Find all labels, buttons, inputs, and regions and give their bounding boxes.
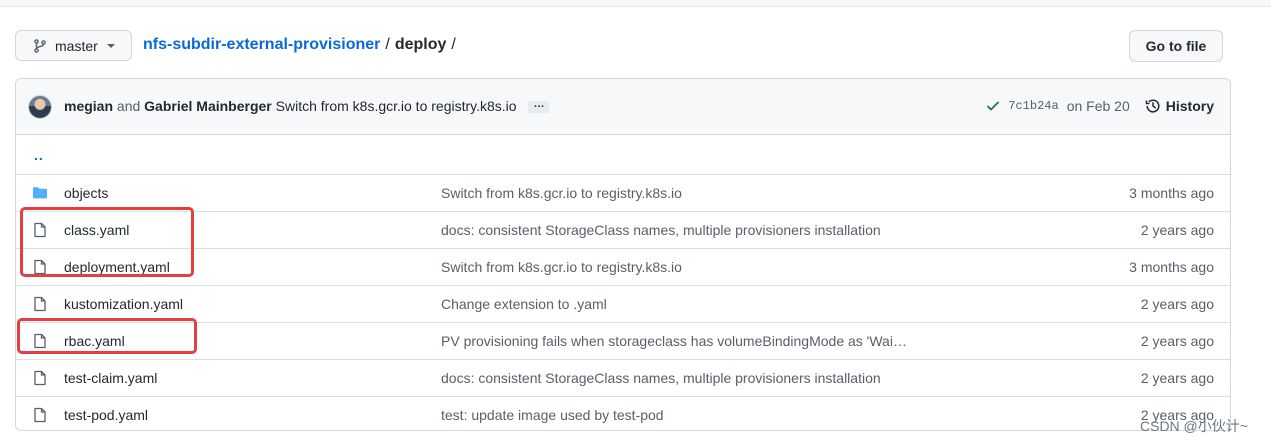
git-branch-icon [32,38,48,54]
parent-directory-link[interactable]: .. [34,147,44,163]
breadcrumb-current-dir: deploy [394,36,447,53]
table-row: test-claim.yaml docs: consistent Storage… [16,359,1230,396]
file-commit-message-link[interactable]: Change extension to .yaml [441,296,607,312]
watermark: CSDN @小伙计~ [1140,418,1248,434]
highlight-box-class-deployment [20,207,194,277]
file-commit-age: 3 months ago [1129,185,1214,201]
highlight-box-rbac [17,318,197,354]
file-commit-age: 2 years ago [1140,333,1214,349]
file-browser: megian and Gabriel Mainberger Switch fro… [15,78,1231,431]
file-name-link[interactable]: test-pod.yaml [64,407,148,423]
avatar[interactable] [28,95,52,119]
commit-sha-link[interactable]: 7c1b24a [1008,99,1058,113]
table-row: test-pod.yaml test: update image used by… [16,396,1230,430]
file-commit-message-link[interactable]: test: update image used by test-pod [441,407,664,423]
file-commit-age: 2 years ago [1140,296,1214,312]
file-commit-message-link[interactable]: Switch from k8s.gcr.io to registry.k8s.i… [441,185,682,201]
file-commit-age: 3 months ago [1129,259,1214,275]
breadcrumb-repo-link[interactable]: nfs-subdir-external-provisioner [143,36,380,54]
check-icon[interactable] [986,99,1000,113]
latest-commit-bar: megian and Gabriel Mainberger Switch fro… [16,79,1230,135]
file-commit-age: 2 years ago [1140,370,1214,386]
branch-selector-button[interactable]: master [15,30,132,61]
table-row: objects Switch from k8s.gcr.io to regist… [16,174,1230,211]
file-icon [32,370,48,386]
history-label: History [1165,98,1214,114]
folder-icon [32,185,48,201]
breadcrumb-separator: / [385,36,390,53]
chevron-down-icon [106,43,115,48]
history-link[interactable]: History [1145,98,1214,114]
file-icon [32,296,48,312]
breadcrumb-separator: / [451,36,456,53]
file-commit-message-link[interactable]: docs: consistent StorageClass names, mul… [441,370,881,386]
file-commit-message-link[interactable]: PV provisioning fails when storageclass … [441,333,907,349]
parent-directory-row[interactable]: .. [16,135,1230,174]
file-icon [32,407,48,423]
branch-name: master [55,37,98,54]
table-row: deployment.yaml Switch from k8s.gcr.io t… [16,248,1230,285]
commit-message-link[interactable]: Switch from k8s.gcr.io to registry.k8s.i… [276,98,517,114]
latest-commit-text: megian and Gabriel Mainberger Switch fro… [64,98,550,114]
commit-author-link[interactable]: Gabriel Mainberger [144,98,272,114]
file-commit-message-link[interactable]: docs: consistent StorageClass names, mul… [441,222,881,238]
table-row: rbac.yaml PV provisioning fails when sto… [16,322,1230,359]
commit-date: on Feb 20 [1066,98,1130,114]
commit-and-text: and [116,98,141,114]
file-name-link[interactable]: objects [64,185,108,201]
go-to-file-button[interactable]: Go to file [1129,30,1223,62]
table-row: class.yaml docs: consistent StorageClass… [16,211,1230,248]
file-commit-age: 2 years ago [1140,222,1214,238]
top-divider [0,0,1271,7]
breadcrumb: nfs-subdir-external-provisioner / deploy… [143,36,461,54]
commit-expand-button[interactable]: … [528,99,550,114]
commit-meta: 7c1b24a on Feb 20 History [986,98,1214,114]
file-commit-message-link[interactable]: Switch from k8s.gcr.io to registry.k8s.i… [441,259,682,275]
commit-author-link[interactable]: megian [64,98,113,114]
file-name-link[interactable]: test-claim.yaml [64,370,157,386]
history-clock-icon [1145,98,1161,114]
table-row: kustomization.yaml Change extension to .… [16,285,1230,322]
file-name-link[interactable]: kustomization.yaml [64,296,183,312]
